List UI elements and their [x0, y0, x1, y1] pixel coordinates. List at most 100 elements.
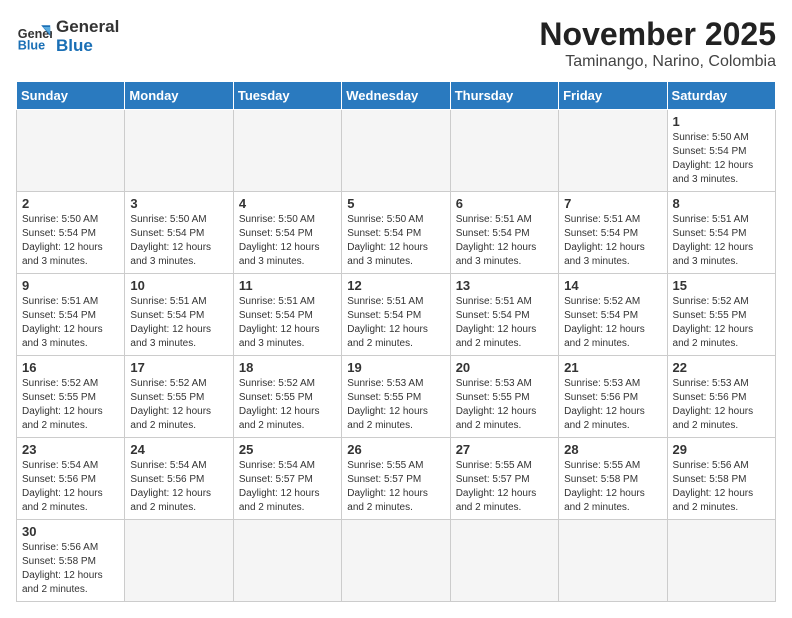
calendar-cell: 9 Sunrise: 5:51 AM Sunset: 5:54 PM Daylig… [17, 274, 125, 356]
header-thursday: Thursday [450, 82, 558, 110]
day-info: Sunrise: 5:51 AM Sunset: 5:54 PM Dayligh… [456, 295, 553, 351]
calendar-cell: 5 Sunrise: 5:50 AM Sunset: 5:54 PM Daylig… [342, 192, 450, 274]
day-number: 23 [22, 442, 119, 457]
calendar-cell: 27 Sunrise: 5:55 AM Sunset: 5:57 PM Dayli… [450, 438, 558, 520]
header-wednesday: Wednesday [342, 82, 450, 110]
day-number: 3 [130, 196, 227, 211]
day-info: Sunrise: 5:50 AM Sunset: 5:54 PM Dayligh… [673, 131, 770, 187]
calendar-cell [233, 110, 341, 192]
day-info: Sunrise: 5:50 AM Sunset: 5:54 PM Dayligh… [347, 213, 444, 269]
day-number: 2 [22, 196, 119, 211]
calendar-week-4: 23 Sunrise: 5:54 AM Sunset: 5:56 PM Dayli… [17, 438, 776, 520]
day-number: 29 [673, 442, 770, 457]
day-number: 11 [239, 278, 336, 293]
day-info: Sunrise: 5:55 AM Sunset: 5:57 PM Dayligh… [347, 459, 444, 515]
day-number: 10 [130, 278, 227, 293]
day-info: Sunrise: 5:51 AM Sunset: 5:54 PM Dayligh… [456, 213, 553, 269]
calendar-cell: 20 Sunrise: 5:53 AM Sunset: 5:55 PM Dayli… [450, 356, 558, 438]
day-number: 27 [456, 442, 553, 457]
day-info: Sunrise: 5:53 AM Sunset: 5:55 PM Dayligh… [456, 377, 553, 433]
day-info: Sunrise: 5:51 AM Sunset: 5:54 PM Dayligh… [22, 295, 119, 351]
calendar-cell: 18Sunrise: 5:52 AM Sunset: 5:55 PM Dayli… [233, 356, 341, 438]
day-number: 26 [347, 442, 444, 457]
calendar-cell: 1 Sunrise: 5:50 AM Sunset: 5:54 PM Daylig… [667, 110, 775, 192]
day-number: 21 [564, 360, 661, 375]
calendar-week-2: 9 Sunrise: 5:51 AM Sunset: 5:54 PM Daylig… [17, 274, 776, 356]
day-number: 5 [347, 196, 444, 211]
day-number: 30 [22, 524, 119, 539]
header-sunday: Sunday [17, 82, 125, 110]
calendar-cell [125, 110, 233, 192]
day-info: Sunrise: 5:55 AM Sunset: 5:57 PM Dayligh… [456, 459, 553, 515]
day-number: 20 [456, 360, 553, 375]
day-number: 7 [564, 196, 661, 211]
calendar-week-1: 2 Sunrise: 5:50 AM Sunset: 5:54 PM Daylig… [17, 192, 776, 274]
calendar-table: SundayMondayTuesdayWednesdayThursdayFrid… [16, 81, 776, 602]
day-info: Sunrise: 5:53 AM Sunset: 5:56 PM Dayligh… [564, 377, 661, 433]
day-info: Sunrise: 5:52 AM Sunset: 5:55 PM Dayligh… [130, 377, 227, 433]
day-number: 16 [22, 360, 119, 375]
day-info: Sunrise: 5:51 AM Sunset: 5:54 PM Dayligh… [239, 295, 336, 351]
day-info: Sunrise: 5:53 AM Sunset: 5:55 PM Dayligh… [347, 377, 444, 433]
calendar-cell [17, 110, 125, 192]
calendar-cell: 24 Sunrise: 5:54 AM Sunset: 5:56 PM Dayli… [125, 438, 233, 520]
day-info: Sunrise: 5:56 AM Sunset: 5:58 PM Dayligh… [673, 459, 770, 515]
location: Taminango, Narino, Colombia [539, 53, 776, 71]
header-saturday: Saturday [667, 82, 775, 110]
day-number: 1 [673, 114, 770, 129]
day-info: Sunrise: 5:50 AM Sunset: 5:54 PM Dayligh… [22, 213, 119, 269]
day-number: 6 [456, 196, 553, 211]
header-tuesday: Tuesday [233, 82, 341, 110]
logo: General Blue General Blue [16, 16, 119, 55]
day-number: 15 [673, 278, 770, 293]
calendar-cell: 2 Sunrise: 5:50 AM Sunset: 5:54 PM Daylig… [17, 192, 125, 274]
title-block: November 2025 Taminango, Narino, Colombi… [539, 16, 776, 71]
day-number: 17 [130, 360, 227, 375]
calendar-cell: 17 Sunrise: 5:52 AM Sunset: 5:55 PM Dayli… [125, 356, 233, 438]
calendar-cell: 30 Sunrise: 5:56 AM Sunset: 5:58 PM Dayli… [17, 520, 125, 602]
day-number: 12 [347, 278, 444, 293]
day-info: Sunrise: 5:51 AM Sunset: 5:54 PM Dayligh… [564, 213, 661, 269]
calendar-cell: 4Sunrise: 5:50 AM Sunset: 5:54 PM Daylig… [233, 192, 341, 274]
day-info: Sunrise: 5:51 AM Sunset: 5:54 PM Dayligh… [130, 295, 227, 351]
day-info: Sunrise: 5:56 AM Sunset: 5:58 PM Dayligh… [22, 541, 119, 597]
month-title: November 2025 [539, 16, 776, 53]
calendar-cell: 26 Sunrise: 5:55 AM Sunset: 5:57 PM Dayli… [342, 438, 450, 520]
day-info: Sunrise: 5:53 AM Sunset: 5:56 PM Dayligh… [673, 377, 770, 433]
day-info: Sunrise: 5:54 AM Sunset: 5:56 PM Dayligh… [22, 459, 119, 515]
calendar-cell [559, 110, 667, 192]
day-number: 24 [130, 442, 227, 457]
day-info: Sunrise: 5:51 AM Sunset: 5:54 PM Dayligh… [347, 295, 444, 351]
day-number: 9 [22, 278, 119, 293]
day-number: 28 [564, 442, 661, 457]
calendar-cell [450, 110, 558, 192]
page-header: General Blue General Blue November 2025 … [16, 16, 776, 71]
calendar-week-0: 1 Sunrise: 5:50 AM Sunset: 5:54 PM Daylig… [17, 110, 776, 192]
calendar-cell [125, 520, 233, 602]
day-number: 22 [673, 360, 770, 375]
calendar-cell [342, 110, 450, 192]
calendar-body: 1 Sunrise: 5:50 AM Sunset: 5:54 PM Daylig… [17, 110, 776, 602]
logo-general: General [56, 18, 119, 37]
day-info: Sunrise: 5:52 AM Sunset: 5:55 PM Dayligh… [673, 295, 770, 351]
day-info: Sunrise: 5:51 AM Sunset: 5:54 PM Dayligh… [673, 213, 770, 269]
calendar-cell: 7 Sunrise: 5:51 AM Sunset: 5:54 PM Daylig… [559, 192, 667, 274]
header-friday: Friday [559, 82, 667, 110]
calendar-header-row: SundayMondayTuesdayWednesdayThursdayFrid… [17, 82, 776, 110]
calendar-cell: 6 Sunrise: 5:51 AM Sunset: 5:54 PM Daylig… [450, 192, 558, 274]
calendar-cell: 16 Sunrise: 5:52 AM Sunset: 5:55 PM Dayli… [17, 356, 125, 438]
calendar-cell: 28Sunrise: 5:55 AM Sunset: 5:58 PM Dayli… [559, 438, 667, 520]
day-number: 14 [564, 278, 661, 293]
day-number: 13 [456, 278, 553, 293]
day-info: Sunrise: 5:54 AM Sunset: 5:56 PM Dayligh… [130, 459, 227, 515]
calendar-cell: 13 Sunrise: 5:51 AM Sunset: 5:54 PM Dayli… [450, 274, 558, 356]
calendar-cell: 10 Sunrise: 5:51 AM Sunset: 5:54 PM Dayli… [125, 274, 233, 356]
calendar-cell: 25Sunrise: 5:54 AM Sunset: 5:57 PM Dayli… [233, 438, 341, 520]
day-info: Sunrise: 5:52 AM Sunset: 5:55 PM Dayligh… [22, 377, 119, 433]
day-number: 18 [239, 360, 336, 375]
calendar-cell: 12 Sunrise: 5:51 AM Sunset: 5:54 PM Dayli… [342, 274, 450, 356]
calendar-cell [233, 520, 341, 602]
header-monday: Monday [125, 82, 233, 110]
day-number: 25 [239, 442, 336, 457]
calendar-cell: 15 Sunrise: 5:52 AM Sunset: 5:55 PM Dayli… [667, 274, 775, 356]
